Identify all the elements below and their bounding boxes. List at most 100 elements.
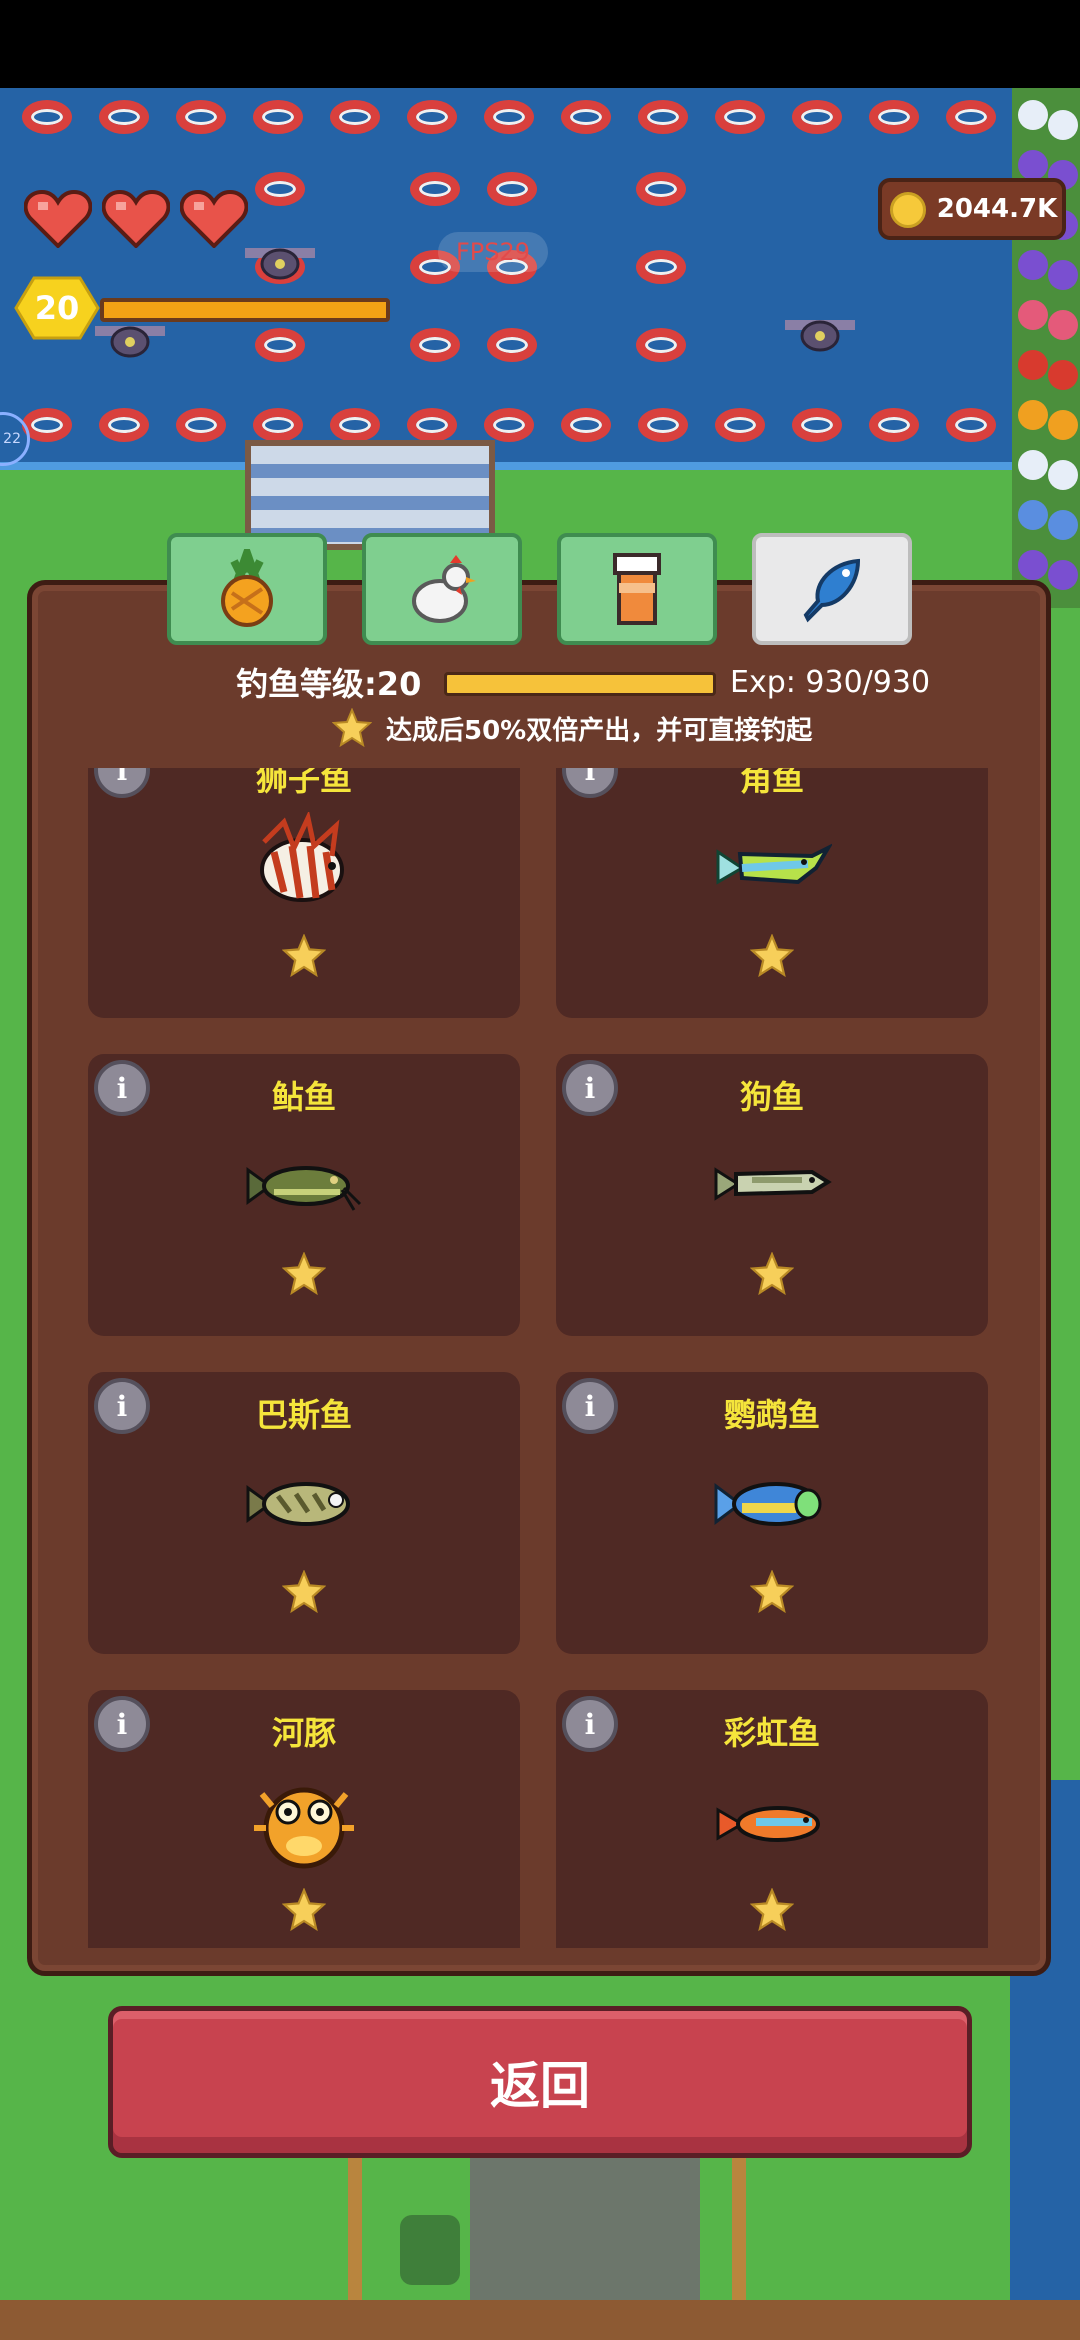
flower	[1018, 300, 1048, 330]
fish-icon	[803, 558, 861, 623]
buoy	[638, 408, 688, 442]
fish-list[interactable]: i 狮子鱼 i 角鱼 i 鲇鱼 i 狗鱼 i 巴斯鱼 i 鹦鹉鱼 i 河豚 i 彩虹鱼	[88, 768, 992, 1948]
buoy	[636, 328, 686, 362]
lionfish-icon	[244, 810, 364, 922]
catfish-icon	[244, 1130, 364, 1240]
fish-card[interactable]: i 河豚	[88, 1690, 520, 1948]
fishing-level-label: 钓鱼等级:20	[236, 665, 422, 703]
star-icon	[749, 933, 795, 978]
fish-card[interactable]: i 鹦鹉鱼	[556, 1372, 988, 1654]
flower	[1018, 100, 1048, 130]
hornfish-icon	[712, 812, 834, 922]
star-icon	[749, 1251, 795, 1296]
buoy	[176, 408, 226, 442]
flower	[1048, 510, 1078, 540]
buoy	[946, 100, 996, 134]
buoy	[330, 100, 380, 134]
heart-icon	[23, 189, 93, 249]
buoy	[636, 172, 686, 206]
buoy	[99, 100, 149, 134]
buoy	[715, 100, 765, 134]
fish-card[interactable]: i 巴斯鱼	[88, 1372, 520, 1654]
flower	[1048, 110, 1078, 140]
buoy	[330, 408, 380, 442]
flower	[1048, 560, 1078, 590]
drone-icon	[785, 310, 855, 354]
fish-card[interactable]: i 彩虹鱼	[556, 1690, 988, 1948]
star-icon	[281, 1569, 327, 1614]
buoy	[484, 408, 534, 442]
buoy	[253, 408, 303, 442]
flower	[1018, 550, 1048, 580]
buoy	[869, 100, 919, 134]
buoy	[638, 100, 688, 134]
buoy	[561, 408, 611, 442]
fish-card[interactable]: i 狗鱼	[556, 1054, 988, 1336]
fish-card[interactable]: i 鲇鱼	[88, 1054, 520, 1336]
exp-text: Exp: 930/930	[730, 664, 931, 700]
bass-icon	[244, 1448, 364, 1558]
dirt-path	[0, 2300, 1080, 2340]
buoy	[255, 328, 305, 362]
drone-icon	[95, 316, 165, 360]
heart-icon	[101, 189, 171, 249]
rainbowfish-icon	[712, 1766, 832, 1876]
buoy	[946, 408, 996, 442]
star-icon	[749, 1887, 795, 1932]
fish-card[interactable]: i 狮子鱼	[88, 768, 520, 1018]
coin-icon	[890, 192, 926, 228]
buoy	[410, 328, 460, 362]
parrotfish-icon	[712, 1448, 832, 1558]
buoy	[792, 408, 842, 442]
flower	[1018, 400, 1048, 430]
fish-name: 狮子鱼	[255, 768, 352, 798]
fish-name: 巴斯鱼	[255, 1396, 352, 1434]
buoy	[561, 100, 611, 134]
flower	[1018, 350, 1048, 380]
chicken-icon	[412, 555, 476, 623]
flower	[1018, 500, 1048, 530]
buoy	[636, 250, 686, 284]
jar-icon	[613, 553, 661, 625]
flower	[1048, 310, 1078, 340]
flower	[1018, 150, 1048, 180]
player-level: 20	[34, 289, 80, 327]
heart-icon	[179, 189, 249, 249]
fence-post	[348, 2150, 362, 2300]
buoy	[410, 172, 460, 206]
flower	[1048, 260, 1078, 290]
buoy	[484, 100, 534, 134]
fish-name: 角鱼	[739, 768, 804, 798]
tab-fishing[interactable]	[752, 533, 912, 645]
market-stall	[470, 2150, 700, 2300]
buoy	[22, 100, 72, 134]
bonus-description: 达成后50%双倍产出，并可直接钓起	[386, 715, 813, 746]
tab-animals[interactable]	[362, 533, 522, 645]
buoy	[253, 100, 303, 134]
buoy	[176, 100, 226, 134]
fish-name: 鲇鱼	[271, 1078, 336, 1116]
buoy	[487, 172, 537, 206]
pufferfish-icon	[244, 1766, 364, 1876]
fish-card[interactable]: i 角鱼	[556, 768, 988, 1018]
tab-crafting[interactable]	[557, 533, 717, 645]
player-xp-bar	[100, 298, 390, 322]
fence-post	[732, 2150, 746, 2300]
star-icon	[281, 1251, 327, 1296]
buoy	[792, 100, 842, 134]
pineapple-icon	[221, 549, 273, 627]
fish-name: 鹦鹉鱼	[723, 1396, 820, 1434]
tab-crops[interactable]	[167, 533, 327, 645]
flower	[1018, 250, 1048, 280]
buoy	[487, 328, 537, 362]
star-icon	[281, 933, 327, 978]
fishing-xp-bar	[444, 672, 716, 696]
star-icon	[749, 1569, 795, 1614]
fps-counter: FPS29	[438, 232, 548, 272]
buoy	[255, 172, 305, 206]
buoy	[407, 100, 457, 134]
star-icon	[331, 707, 373, 748]
flower	[1048, 460, 1078, 490]
back-button[interactable]: 返回	[108, 2006, 972, 2158]
star-icon	[281, 1887, 327, 1932]
